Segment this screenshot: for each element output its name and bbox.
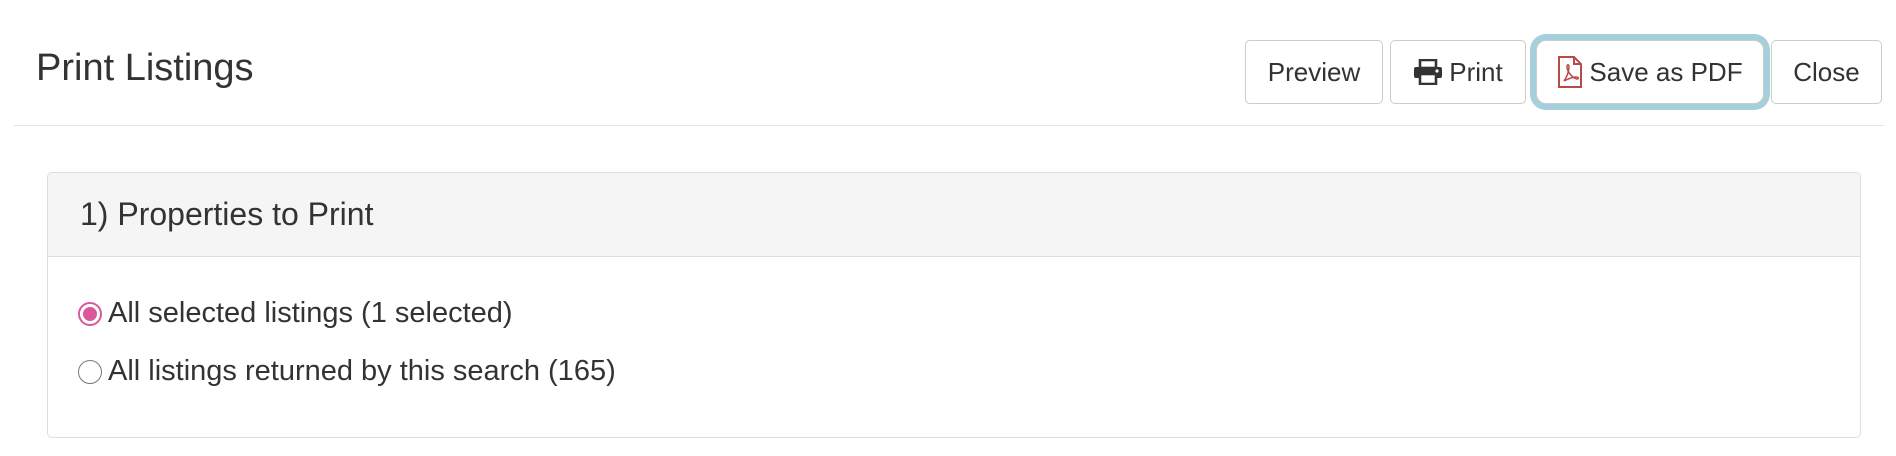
page-title: Print Listings xyxy=(36,47,254,89)
panel-title: 1) Properties to Print xyxy=(80,196,374,232)
preview-button[interactable]: Preview xyxy=(1245,40,1383,104)
toolbar: Preview Print Save as PDF Close xyxy=(1245,40,1882,104)
save-as-pdf-button-label: Save as PDF xyxy=(1589,56,1743,87)
radio-button-selected[interactable] xyxy=(78,301,102,326)
properties-panel: 1) Properties to Print All selected list… xyxy=(47,172,1861,438)
print-button-label: Print xyxy=(1449,56,1503,87)
radio-label: All listings returned by this search (16… xyxy=(108,355,616,387)
print-button[interactable]: Print xyxy=(1390,40,1526,104)
close-button-label: Close xyxy=(1793,56,1860,87)
radio-option-all-listings[interactable]: All listings returned by this search (16… xyxy=(78,355,616,388)
pdf-file-icon xyxy=(1557,56,1583,88)
printer-icon xyxy=(1413,59,1443,85)
panel-heading: 1) Properties to Print xyxy=(48,173,1860,257)
radio-label: All selected listings (1 selected) xyxy=(108,297,513,329)
radio-option-selected-listings[interactable]: All selected listings (1 selected) xyxy=(78,297,513,330)
preview-button-label: Preview xyxy=(1267,56,1361,87)
save-as-pdf-button[interactable]: Save as PDF xyxy=(1536,40,1764,104)
close-button[interactable]: Close xyxy=(1771,40,1882,104)
radio-button-unselected[interactable] xyxy=(78,359,102,384)
